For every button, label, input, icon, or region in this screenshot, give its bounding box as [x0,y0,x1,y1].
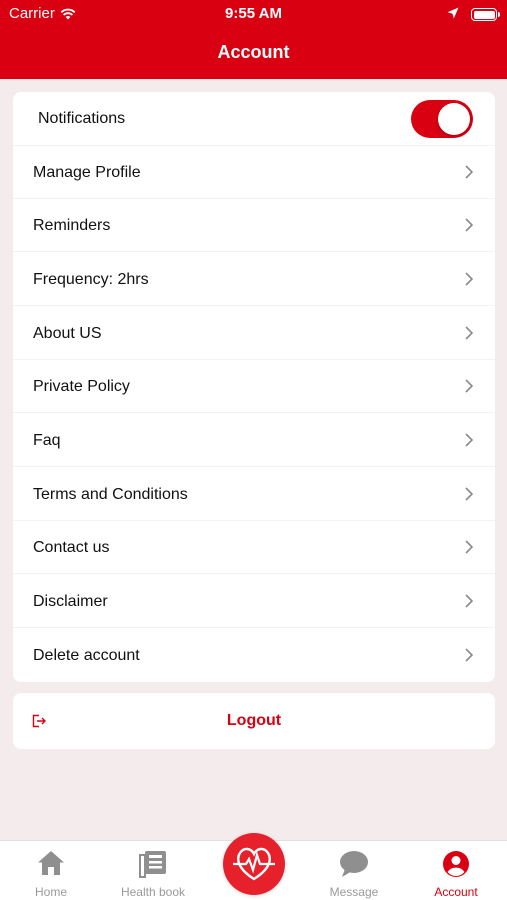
menu-item-delete-account[interactable]: Delete account [13,629,495,682]
notifications-row: Notifications [13,92,495,146]
tab-health-book[interactable]: Health book [112,841,194,900]
account-user-icon [442,850,470,883]
notifications-toggle[interactable] [411,100,473,138]
app-header: Carrier 9:55 AM Account [0,0,507,79]
chevron-right-icon [465,272,474,291]
menu-item-frequency[interactable]: Frequency: 2hrs [13,253,495,306]
chevron-right-icon [465,165,474,184]
chevron-right-icon [465,218,474,237]
menu-item-about-us[interactable]: About US [13,307,495,360]
location-arrow-icon [447,6,459,23]
menu-item-terms[interactable]: Terms and Conditions [13,468,495,521]
tab-label: Message [329,885,379,899]
menu-item-label: Private Policy [33,378,130,395]
menu-item-label: Contact us [33,539,110,556]
account-menu: Notifications Manage Profile Reminders F… [13,92,495,682]
menu-item-label: Reminders [33,217,111,234]
home-icon [37,850,65,881]
tab-home[interactable]: Home [18,841,84,900]
notifications-label: Notifications [38,110,126,127]
tab-label: Home [34,885,67,899]
menu-item-faq[interactable]: Faq [13,414,495,467]
status-time: 9:55 AM [225,5,282,22]
logout-label: Logout [226,712,282,729]
chevron-right-icon [465,379,474,398]
chevron-right-icon [465,326,474,345]
menu-item-label: Faq [33,432,61,449]
page-title: Account [217,42,290,62]
toggle-knob [438,103,470,135]
menu-item-reminders[interactable]: Reminders [13,199,495,252]
tab-message[interactable]: Message [316,841,392,900]
menu-item-manage-profile[interactable]: Manage Profile [13,146,495,199]
tab-label: Account [434,885,478,899]
chevron-right-icon [465,648,474,667]
menu-item-label: Delete account [33,647,140,664]
menu-item-label: About US [33,325,102,342]
menu-item-label: Manage Profile [33,164,141,181]
menu-item-contact-us[interactable]: Contact us [13,521,495,574]
tab-label: Health book [120,885,186,899]
health-book-icon [139,850,167,883]
menu-item-disclaimer[interactable]: Disclaimer [13,575,495,628]
logout-button[interactable]: Logout [13,693,495,749]
chevron-right-icon [465,433,474,452]
message-bubble-icon [339,850,369,883]
status-right [447,6,500,23]
menu-item-label: Terms and Conditions [33,486,188,503]
chevron-right-icon [465,540,474,559]
center-heartbeat-button[interactable] [223,833,285,895]
menu-item-private-policy[interactable]: Private Policy [13,360,495,413]
status-bar: Carrier 9:55 AM [0,0,507,28]
battery-icon [471,8,500,21]
chevron-right-icon [465,487,474,506]
menu-item-label: Frequency: 2hrs [33,271,149,288]
tab-account[interactable]: Account [420,841,492,900]
menu-item-label: Disclaimer [33,593,108,610]
chevron-right-icon [465,594,474,613]
